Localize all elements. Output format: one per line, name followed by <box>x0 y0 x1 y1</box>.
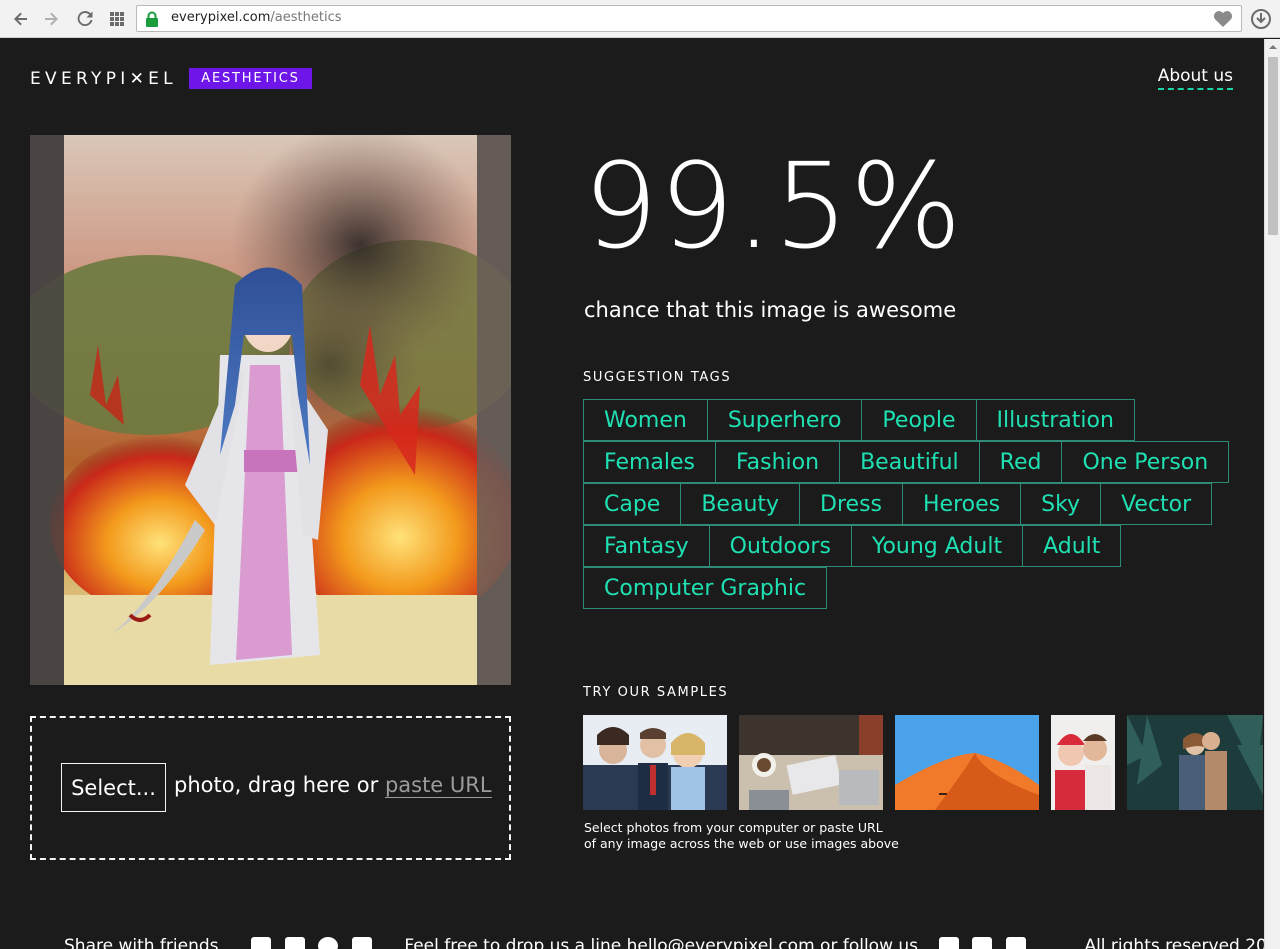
twitter-icon[interactable] <box>284 937 305 949</box>
about-us-link[interactable]: About us <box>1157 66 1233 90</box>
sample-images <box>583 715 1263 810</box>
page-scrollbar[interactable] <box>1264 39 1280 949</box>
facebook-icon[interactable] <box>251 937 272 949</box>
download-icon[interactable] <box>1250 8 1272 30</box>
suggestion-tags-heading: SUGGESTION TAGS <box>583 370 732 385</box>
upload-dropzone[interactable]: Select... photo, drag here or paste URL <box>30 716 511 860</box>
tag-row: Women Superhero People Illustration <box>583 399 1223 442</box>
browser-toolbar: everypixel.com/aesthetics <box>0 0 1280 38</box>
samples-note-line1: Select photos from your computer or past… <box>584 820 883 835</box>
telegram-icon[interactable] <box>351 937 372 949</box>
tag-outdoors[interactable]: Outdoors <box>708 525 852 567</box>
aesthetics-badge: AESTHETICS <box>189 68 312 89</box>
scroll-up-icon[interactable] <box>1269 43 1277 51</box>
pinterest-icon[interactable] <box>318 937 339 949</box>
tag-red[interactable]: Red <box>978 441 1063 483</box>
tag-cape[interactable]: Cape <box>583 483 682 525</box>
facebook-follow-icon[interactable] <box>972 937 993 949</box>
tag-row: Cape Beauty Dress Heroes Sky Vector <box>583 483 1223 526</box>
forward-icon[interactable] <box>40 8 62 30</box>
couple-forest-sample[interactable] <box>1127 715 1263 810</box>
business-team-sample[interactable] <box>583 715 727 810</box>
feedback-text: Feel free to drop us a line hello@everyp… <box>404 936 919 949</box>
samples-heading: TRY OUR SAMPLES <box>583 685 729 700</box>
analyzed-image <box>30 135 511 685</box>
aesthetic-score: 99.5% <box>583 137 963 275</box>
scroll-thumb[interactable] <box>1268 57 1278 235</box>
select-photo-button[interactable]: Select... <box>61 763 166 812</box>
tag-superhero[interactable]: Superhero <box>706 399 863 441</box>
tag-row: Computer Graphic <box>583 567 1223 610</box>
tag-one-person[interactable]: One Person <box>1061 441 1230 483</box>
tag-beautiful[interactable]: Beautiful <box>839 441 980 483</box>
footer: Share with friends Feel free to drop us … <box>64 936 1264 949</box>
suggestion-tags: Women Superhero People Illustration Females F… <box>583 399 1230 610</box>
office-desk-sample[interactable] <box>739 715 883 810</box>
lock-icon <box>146 11 158 27</box>
tag-dress[interactable]: Dress <box>799 483 904 525</box>
tag-heroes[interactable]: Heroes <box>902 483 1022 525</box>
tag-young-adult[interactable]: Young Adult <box>850 525 1024 567</box>
tag-computer-graphic[interactable]: Computer Graphic <box>583 567 828 609</box>
page-content: EVERYPI✕EL AESTHETICS About us Select...… <box>0 39 1264 949</box>
tag-fantasy[interactable]: Fantasy <box>583 525 710 567</box>
tag-sky[interactable]: Sky <box>1020 483 1102 525</box>
samples-note-line2: of any image across the web or use image… <box>584 836 899 851</box>
tag-beauty[interactable]: Beauty <box>680 483 801 525</box>
reload-icon[interactable] <box>74 8 96 30</box>
tag-illustration[interactable]: Illustration <box>975 399 1135 441</box>
instagram-icon[interactable] <box>1005 937 1026 949</box>
heart-icon[interactable] <box>1213 10 1233 28</box>
paste-url-link[interactable]: paste URL <box>384 773 492 798</box>
share-text: Share with friends <box>64 936 219 949</box>
score-caption: chance that this image is awesome <box>584 298 957 322</box>
address-bar[interactable]: everypixel.com/aesthetics <box>136 5 1242 32</box>
back-icon[interactable] <box>10 8 32 30</box>
upload-instructions: photo, drag here or paste URL <box>174 773 492 798</box>
tag-women[interactable]: Women <box>583 399 708 441</box>
tag-row: Females Fashion Beautiful Red One Person <box>583 441 1230 484</box>
tag-row: Fantasy Outdoors Young Adult Adult <box>583 525 1223 568</box>
tag-females[interactable]: Females <box>583 441 717 483</box>
address-url: everypixel.com/aesthetics <box>171 10 342 25</box>
everypixel-logo[interactable]: EVERYPI✕EL <box>30 69 177 89</box>
couple-winter-sample[interactable] <box>1051 715 1115 810</box>
copyright-text: All rights reserved 2017 <box>1084 936 1264 949</box>
samples-note: Select photos from your computer or past… <box>584 820 899 852</box>
twitter-follow-icon[interactable] <box>938 937 959 949</box>
desert-dune-sample[interactable] <box>895 715 1039 810</box>
tag-vector[interactable]: Vector <box>1100 483 1213 525</box>
apps-icon[interactable] <box>106 8 128 30</box>
tag-fashion[interactable]: Fashion <box>715 441 841 483</box>
tag-people[interactable]: People <box>861 399 977 441</box>
upload-hint-text: photo, drag here or <box>174 773 379 797</box>
tag-adult[interactable]: Adult <box>1022 525 1122 567</box>
